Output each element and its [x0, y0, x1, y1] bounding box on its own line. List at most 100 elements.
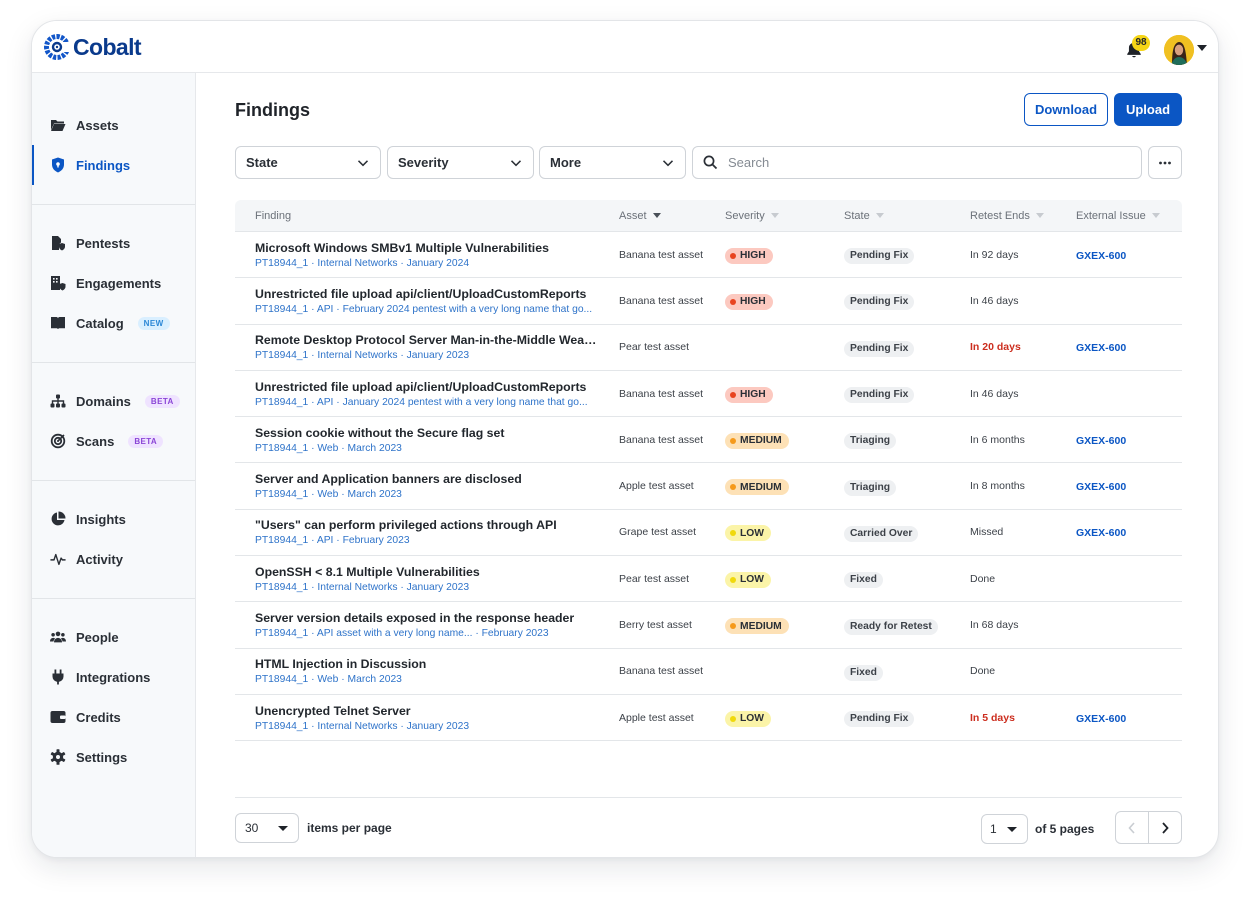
- page-number-select[interactable]: 1: [981, 814, 1028, 844]
- table-row[interactable]: OpenSSH < 8.1 Multiple Vulnerabilities PT…: [235, 556, 1182, 603]
- finding-title[interactable]: Session cookie without the Secure flag s…: [255, 426, 600, 440]
- external-issue-link[interactable]: GXEX-600: [1076, 435, 1126, 447]
- sidebar-item-integrations[interactable]: Integrations: [32, 657, 195, 697]
- table-row[interactable]: Server version details exposed in the re…: [235, 602, 1182, 649]
- finding-pentest-link[interactable]: PT18944_1 · Internal Networks · January …: [255, 721, 600, 732]
- severity-filter-label: Severity: [398, 155, 449, 170]
- table-row[interactable]: HTML Injection in Discussion PT18944_1 · …: [235, 649, 1182, 695]
- sidebar-item-label: Credits: [76, 709, 121, 725]
- search-input[interactable]: [728, 155, 1141, 170]
- severity-label: HIGH: [740, 389, 766, 401]
- severity-dot-icon: [730, 623, 736, 630]
- state-cell: Fixed: [844, 569, 970, 589]
- finding-title[interactable]: Unrestricted file upload api/client/Uplo…: [255, 287, 600, 301]
- finding-title[interactable]: Unencrypted Telnet Server: [255, 704, 600, 718]
- sidebar-item-catalog[interactable]: Catalog NEW: [32, 303, 195, 343]
- previous-page-button[interactable]: [1116, 812, 1148, 843]
- finding-pentest-link[interactable]: PT18944_1 · Internal Networks · January …: [255, 350, 600, 361]
- retest-ends-cell: Done: [970, 665, 996, 678]
- severity-badge: LOW: [725, 571, 772, 588]
- sort-caret-icon: [1035, 213, 1044, 218]
- more-filter-dropdown[interactable]: More: [539, 146, 686, 179]
- state-badge: Pending Fix: [844, 248, 915, 265]
- sidebar-item-insights[interactable]: Insights: [32, 499, 195, 539]
- finding-title[interactable]: "Users" can perform privileged actions t…: [255, 518, 600, 532]
- sidebar-item-pentests[interactable]: Pentests: [32, 223, 195, 263]
- table-row[interactable]: Unrestricted file upload api/client/Uplo…: [235, 371, 1182, 418]
- finding-pentest-link[interactable]: PT18944_1 · Web · March 2023: [255, 489, 600, 500]
- table-row[interactable]: Microsoft Windows SMBv1 Multiple Vulnera…: [235, 232, 1182, 279]
- sidebar-item-findings[interactable]: Findings: [32, 145, 195, 185]
- sidebar-item-label: Pentests: [76, 235, 131, 251]
- sidebar-item-assets[interactable]: Assets: [32, 105, 195, 145]
- gear-icon: [50, 749, 66, 765]
- building-shield-icon: [50, 275, 66, 291]
- severity-label: MEDIUM: [740, 620, 782, 632]
- finding-pentest-link[interactable]: PT18944_1 · API · February 2024 pentest …: [255, 304, 600, 315]
- table-row[interactable]: Unencrypted Telnet Server PT18944_1 · Int…: [235, 695, 1182, 742]
- cobalt-logo[interactable]: Cobalt: [44, 34, 142, 60]
- severity-badge: MEDIUM: [725, 479, 789, 496]
- column-header-severity[interactable]: Severity: [725, 210, 844, 222]
- column-header-asset[interactable]: Asset: [619, 210, 725, 222]
- next-page-button[interactable]: [1148, 812, 1181, 843]
- severity-cell: MEDIUM: [725, 616, 844, 635]
- state-filter-dropdown[interactable]: State: [235, 146, 381, 179]
- asset-cell: Pear test asset: [619, 341, 690, 354]
- state-cell: Fixed: [844, 662, 970, 681]
- table-row[interactable]: Unrestricted file upload api/client/Uplo…: [235, 278, 1182, 325]
- download-button[interactable]: Download: [1024, 93, 1108, 126]
- finding-pentest-link[interactable]: PT18944_1 · Internal Networks · January …: [255, 258, 600, 269]
- external-issue-link[interactable]: GXEX-600: [1076, 481, 1126, 493]
- state-cell: Ready for Retest: [844, 616, 970, 635]
- finding-title[interactable]: Unrestricted file upload api/client/Uplo…: [255, 380, 600, 394]
- table-row[interactable]: Session cookie without the Secure flag s…: [235, 417, 1182, 464]
- severity-dot-icon: [730, 530, 736, 537]
- app-name: Cobalt: [73, 34, 142, 60]
- nav-group-main: Assets Findings: [32, 73, 195, 205]
- asset-cell: Banana test asset: [619, 248, 704, 261]
- more-options-button[interactable]: [1148, 146, 1182, 179]
- finding-pentest-link[interactable]: PT18944_1 · API · January 2024 pentest w…: [255, 397, 600, 408]
- user-menu-caret-icon[interactable]: [1197, 45, 1207, 51]
- finding-title[interactable]: HTML Injection in Discussion: [255, 657, 600, 671]
- column-header-state[interactable]: State: [844, 210, 970, 222]
- table-row[interactable]: Remote Desktop Protocol Server Man-in-th…: [235, 325, 1182, 371]
- sidebar-item-engagements[interactable]: Engagements: [32, 263, 195, 303]
- finding-title[interactable]: Remote Desktop Protocol Server Man-in-th…: [255, 333, 600, 347]
- sidebar-item-settings[interactable]: Settings: [32, 737, 195, 777]
- main-content: Findings Download Upload State Severity …: [197, 73, 1218, 857]
- finding-pentest-link[interactable]: PT18944_1 · Internal Networks · January …: [255, 582, 600, 593]
- sidebar-item-scans[interactable]: Scans BETA: [32, 421, 195, 461]
- sidebar-item-domains[interactable]: Domains BETA: [32, 381, 195, 421]
- upload-button[interactable]: Upload: [1114, 93, 1182, 126]
- items-per-page-select[interactable]: 30: [235, 813, 299, 843]
- state-cell: Pending Fix: [844, 245, 970, 265]
- sidebar-item-credits[interactable]: Credits: [32, 697, 195, 737]
- external-issue-link[interactable]: GXEX-600: [1076, 342, 1126, 354]
- column-header-finding[interactable]: Finding: [235, 210, 619, 222]
- external-issue-link[interactable]: GXEX-600: [1076, 713, 1126, 725]
- finding-pentest-link[interactable]: PT18944_1 · Web · March 2023: [255, 674, 600, 685]
- external-issue-cell: GXEX-600: [1076, 338, 1182, 356]
- external-issue-link[interactable]: GXEX-600: [1076, 250, 1126, 262]
- severity-filter-dropdown[interactable]: Severity: [387, 146, 534, 179]
- user-avatar[interactable]: [1164, 35, 1194, 65]
- finding-pentest-link[interactable]: PT18944_1 · API · February 2023: [255, 535, 600, 546]
- finding-pentest-link[interactable]: PT18944_1 · Web · March 2023: [255, 443, 600, 454]
- finding-title[interactable]: Microsoft Windows SMBv1 Multiple Vulnera…: [255, 241, 600, 255]
- retest-ends-cell: In 68 days: [970, 619, 1019, 632]
- table-row[interactable]: "Users" can perform privileged actions t…: [235, 510, 1182, 557]
- table-row[interactable]: Server and Application banners are discl…: [235, 463, 1182, 510]
- finding-title[interactable]: Server version details exposed in the re…: [255, 611, 600, 625]
- finding-title[interactable]: Server and Application banners are discl…: [255, 472, 600, 486]
- finding-pentest-link[interactable]: PT18944_1 · API asset with a very long n…: [255, 628, 600, 639]
- external-issue-link[interactable]: GXEX-600: [1076, 527, 1126, 539]
- column-header-external-issue[interactable]: External Issue: [1076, 210, 1182, 222]
- sidebar-item-people[interactable]: People: [32, 617, 195, 657]
- column-header-retest-ends[interactable]: Retest Ends: [970, 210, 1076, 222]
- more-filter-label: More: [550, 155, 582, 170]
- sidebar-item-activity[interactable]: Activity: [32, 539, 195, 579]
- finding-title[interactable]: OpenSSH < 8.1 Multiple Vulnerabilities: [255, 565, 600, 579]
- state-badge: Carried Over: [844, 525, 919, 542]
